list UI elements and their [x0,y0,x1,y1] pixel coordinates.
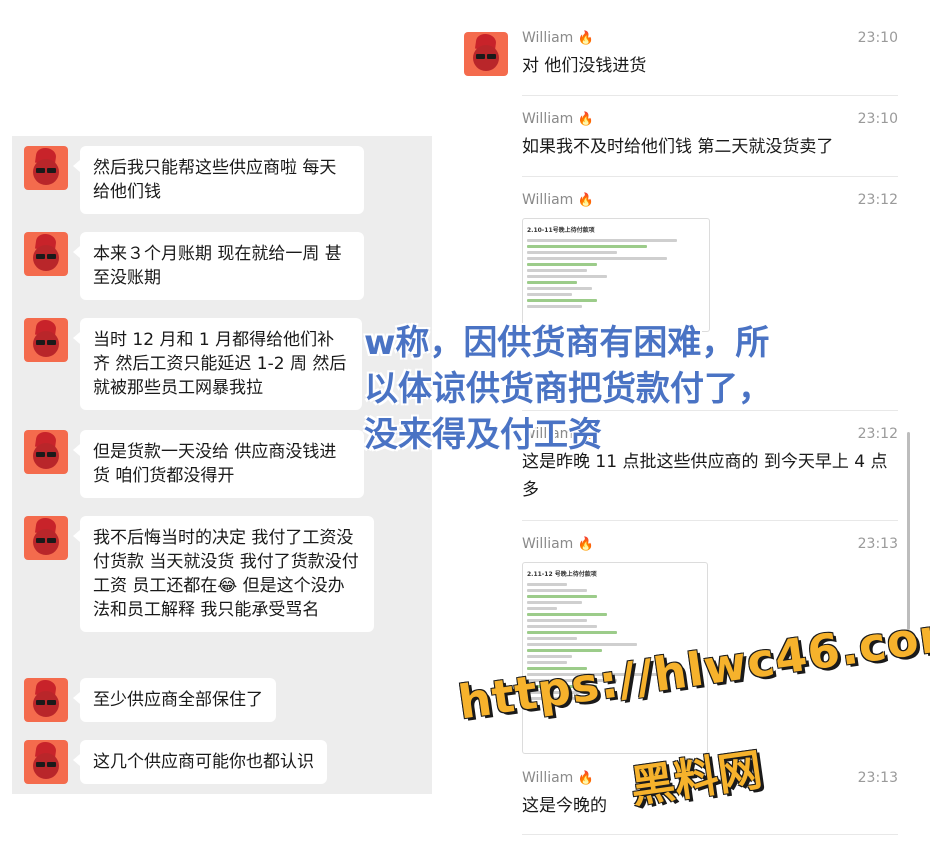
message-bubble[interactable]: 我不后悔当时的决定 我付了工资没付货款 当天就没货 我付了货款没付工资 员工还都… [73,516,374,632]
caption-overlay: w称，因供货商有困难，所 以体谅供货商把货款付了， 没来得及付工资 [364,320,772,458]
message-text[interactable]: 对 他们没钱进货 [522,52,898,80]
message-time: 23:12 [857,192,898,208]
caption-line: 以体谅供货商把货款付了， [364,369,772,409]
divider [522,834,898,835]
message-bubble[interactable]: 然后我只能帮这些供应商啦 每天给他们钱 [73,146,364,214]
sender-name: William 🔥 [522,536,594,552]
message-time: 23:13 [857,770,898,786]
avatar[interactable] [24,678,68,722]
flame-icon: 🔥 [577,537,594,552]
chat-message: William 🔥 23:10 如果我不及时给他们钱 第二天就没货卖了 [522,111,898,167]
sender-name: William 🔥 [522,111,594,127]
caption-line: 没来得及付工资 [364,415,602,455]
message-bubble[interactable]: 但是货款一天没给 供应商没钱进货 咱们货都没得开 [73,430,364,498]
message-time: 23:10 [857,30,898,46]
avatar[interactable] [464,32,508,76]
message-bubble[interactable]: 这几个供应商可能你也都认识 [73,740,327,784]
flame-icon: 🔥 [577,771,594,786]
message-bubble[interactable]: 当时 12 月和 1 月都得给他们补齐 然后工资只能延迟 1-2 周 然后就被那… [73,318,362,410]
left-chat-screenshot: 然后我只能帮这些供应商啦 每天给他们钱 本来３个月账期 现在就给一周 甚至没账期… [12,136,432,794]
sender-name: William 🔥 [522,192,594,208]
thumbnail-title: 2.10-11号晚上待付款项 [527,227,595,234]
chat-message: William 🔥 23:10 对 他们没钱进货 [522,30,898,86]
message-bubble[interactable]: 本来３个月账期 现在就给一周 甚至没账期 [73,232,364,300]
flame-icon: 🔥 [577,112,594,127]
thumbnail-title: 2.11-12 号晚上待付款项 [527,571,597,578]
avatar[interactable] [24,146,68,190]
divider [522,176,898,177]
avatar[interactable] [24,740,68,784]
flame-icon: 🔥 [577,193,594,208]
avatar[interactable] [24,318,68,362]
caption-line: w称，因供货商有困难，所 [364,323,770,363]
message-time: 23:12 [857,426,898,442]
sender-name: William 🔥 [522,30,594,46]
message-time: 23:13 [857,536,898,552]
flame-icon: 🔥 [577,31,594,46]
divider [522,95,898,96]
message-bubble[interactable]: 至少供应商全部保住了 [73,678,276,722]
message-text[interactable]: 如果我不及时给他们钱 第二天就没货卖了 [522,133,898,161]
message-time: 23:10 [857,111,898,127]
avatar[interactable] [24,232,68,276]
divider [522,520,898,521]
avatar[interactable] [24,430,68,474]
scrollbar[interactable] [907,432,910,630]
avatar[interactable] [24,516,68,560]
sender-name: William 🔥 [522,770,594,786]
image-thumbnail[interactable]: 2.10-11号晚上待付款项 [522,218,710,332]
